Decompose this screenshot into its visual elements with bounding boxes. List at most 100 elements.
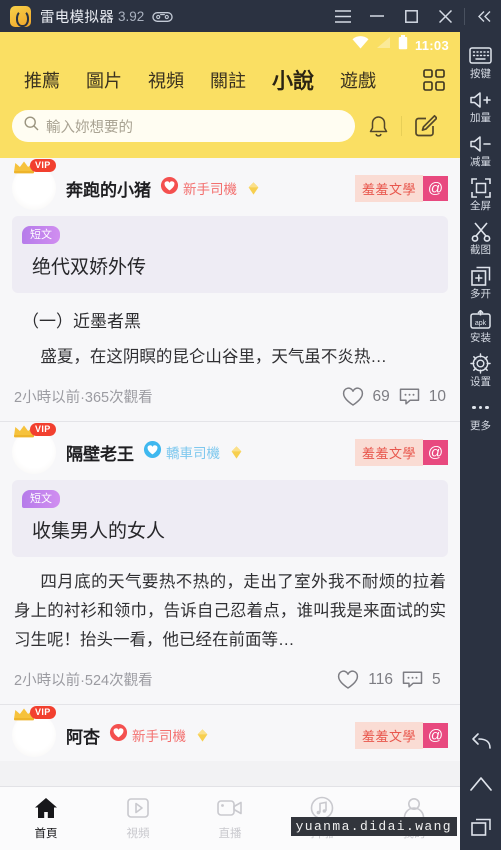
- diamond-icon: [195, 728, 210, 743]
- post-timestamp-views: 2小時以前·365次觀看: [14, 390, 153, 406]
- close-icon[interactable]: [428, 0, 462, 32]
- post-subtitle: （一）近墨者黑: [22, 312, 141, 331]
- post-role-label: 新手司機: [183, 182, 237, 197]
- post-meta: 2小時以前·365次觀看 69 10: [0, 372, 460, 421]
- post-item[interactable]: VIP 奔跑的小猪 新手司機 羞羞文學 @ 短文 绝代双娇外传 （一）近墨者黑 …: [0, 158, 460, 421]
- toolbar-item-settings[interactable]: 设置: [460, 348, 501, 392]
- compose-edit-icon[interactable]: [402, 114, 448, 138]
- tab-shipin[interactable]: 視頻: [135, 67, 197, 93]
- like-count: 116: [368, 670, 393, 688]
- nav-item-home[interactable]: 首頁: [0, 796, 92, 841]
- post-category-tag: 短文: [22, 226, 60, 244]
- brand-at-icon: @: [423, 175, 448, 201]
- search-placeholder: 輸入妳想要的: [46, 119, 133, 136]
- nav-label-live: 直播: [218, 828, 242, 840]
- top-tab-bar: 推薦 圖片 視頻 關註 小說 遊戲: [0, 58, 460, 102]
- toolbar-item-screenshot[interactable]: 截图: [460, 216, 501, 260]
- post-meta: 2小時以前·524次觀看 116 5: [0, 655, 460, 704]
- avatar[interactable]: VIP: [12, 423, 56, 474]
- post-username[interactable]: 奔跑的小猪: [66, 176, 151, 201]
- post-feed[interactable]: VIP 奔跑的小猪 新手司機 羞羞文學 @ 短文 绝代双娇外传 （一）近墨者黑 …: [0, 158, 460, 850]
- vip-badge: VIP: [30, 159, 56, 172]
- tab-tupian[interactable]: 圖片: [73, 67, 135, 93]
- toolbar-item-fullscreen[interactable]: 全屏: [460, 172, 501, 216]
- post-actions: 116 5: [337, 669, 446, 690]
- post-role-label: 轎車司機: [166, 446, 220, 461]
- post-title: 收集男人的女人: [32, 521, 166, 542]
- post-title-box[interactable]: 短文 绝代双娇外传: [12, 216, 448, 293]
- android-screen: 11:03 推薦 圖片 視頻 關註 小說 遊戲 輸入妳想要的 VIP 奔跑的小猪…: [0, 32, 460, 850]
- maximize-icon[interactable]: [394, 0, 428, 32]
- brand-at-icon: @: [423, 722, 448, 748]
- emulator-title-bar: 雷电模拟器 3.92: [0, 0, 501, 32]
- post-title-box[interactable]: 短文 收集男人的女人: [12, 480, 448, 557]
- brand-badge[interactable]: 羞羞文學 @: [354, 721, 448, 749]
- post-username[interactable]: 阿杏: [66, 723, 100, 748]
- heart-circle-icon: [109, 723, 128, 747]
- app-logo-icon: [10, 5, 31, 27]
- search-bar: 輸入妳想要的: [0, 102, 460, 158]
- diamond-icon: [229, 445, 244, 460]
- android-recents-button[interactable]: [460, 805, 501, 848]
- signal-icon: [376, 36, 391, 54]
- comment-bubble-icon[interactable]: [399, 387, 420, 406]
- post-item[interactable]: VIP 阿杏 新手司機 羞羞文學 @: [0, 704, 460, 761]
- heart-outline-icon[interactable]: [337, 669, 359, 690]
- tab-tuijian[interactable]: 推薦: [11, 67, 73, 93]
- post-role-tag: 轎車司機: [143, 440, 220, 464]
- toolbar-item-multi-instance[interactable]: 多开: [460, 260, 501, 304]
- heart-circle-icon: [143, 440, 162, 464]
- comment-bubble-icon[interactable]: [402, 670, 423, 689]
- watermark-overlay: yuanma.didai.wang: [290, 817, 457, 836]
- live-camera-icon: [217, 796, 243, 820]
- android-home-icon: [469, 773, 492, 794]
- post-header: VIP 阿杏 新手司機 羞羞文學 @: [0, 705, 460, 761]
- double-chevron-left-icon[interactable]: [467, 0, 501, 32]
- minimize-icon[interactable]: [360, 0, 394, 32]
- toolbar-item-keyboard[interactable]: 按键: [460, 40, 501, 84]
- tab-youxi[interactable]: 遊戲: [327, 67, 389, 93]
- gamepad-icon[interactable]: [152, 10, 173, 23]
- bell-notification-icon[interactable]: [355, 115, 401, 138]
- brand-badge[interactable]: 羞羞文學 @: [354, 438, 448, 466]
- post-username[interactable]: 隔壁老王: [66, 440, 134, 465]
- android-nav-buttons: [460, 719, 501, 850]
- brand-badge[interactable]: 羞羞文學 @: [354, 174, 448, 202]
- android-recents-icon: [470, 816, 491, 837]
- tab-xiaoshuo[interactable]: 小說: [259, 65, 327, 95]
- emulator-side-toolbar: 按键 加量 减量 全屏 截图 多开 apk 安装 设置 更多: [460, 32, 501, 850]
- post-item[interactable]: VIP 隔壁老王 轎車司機 羞羞文學 @ 短文 收集男人的女人 四月底的天气要热…: [0, 421, 460, 704]
- search-icon: [24, 116, 39, 136]
- nav-item-live[interactable]: 直播: [184, 796, 276, 841]
- post-category-tag: 短文: [22, 490, 60, 508]
- post-body: 四月底的天气要热不热的，走出了室外我不耐烦的拉着身上的衬衫和领巾，告诉自己忍着点…: [14, 573, 446, 649]
- post-actions: 69 10: [342, 386, 446, 407]
- emulator-window: 雷电模拟器 3.92 11:03 推薦 圖片 視頻 關註 小說 遊戲 輸入妳想要…: [0, 0, 501, 850]
- search-input[interactable]: 輸入妳想要的: [12, 110, 355, 142]
- hamburger-menu-icon[interactable]: [326, 0, 360, 32]
- android-back-button[interactable]: [460, 719, 501, 762]
- nav-item-video[interactable]: 視頻: [92, 796, 184, 841]
- heart-outline-icon[interactable]: [342, 386, 364, 407]
- scissors-screenshot-icon: [471, 221, 491, 242]
- diamond-icon: [246, 181, 261, 196]
- comment-count: 5: [432, 670, 441, 688]
- gear-icon: [470, 353, 491, 374]
- brand-name: 羞羞文學: [354, 438, 423, 466]
- avatar[interactable]: VIP: [12, 159, 56, 210]
- toolbar-item-install-apk[interactable]: apk 安装: [460, 304, 501, 348]
- heart-circle-icon: [160, 176, 179, 200]
- android-home-button[interactable]: [460, 762, 501, 805]
- more-dots-icon: [472, 397, 489, 418]
- tab-guanzhu[interactable]: 關註: [197, 67, 259, 93]
- brand-name: 羞羞文學: [354, 174, 423, 202]
- avatar[interactable]: VIP: [12, 706, 56, 757]
- grid-categories-icon[interactable]: [423, 69, 449, 91]
- toolbar-item-volume-up[interactable]: 加量: [460, 84, 501, 128]
- vip-badge: VIP: [30, 423, 56, 436]
- toolbar-item-volume-down[interactable]: 减量: [460, 128, 501, 172]
- toolbar-label-volume-up: 加量: [470, 112, 491, 124]
- toolbar-item-more[interactable]: 更多: [460, 392, 501, 436]
- post-timestamp-views: 2小時以前·524次觀看: [14, 673, 153, 689]
- apk-install-icon: apk: [470, 309, 491, 330]
